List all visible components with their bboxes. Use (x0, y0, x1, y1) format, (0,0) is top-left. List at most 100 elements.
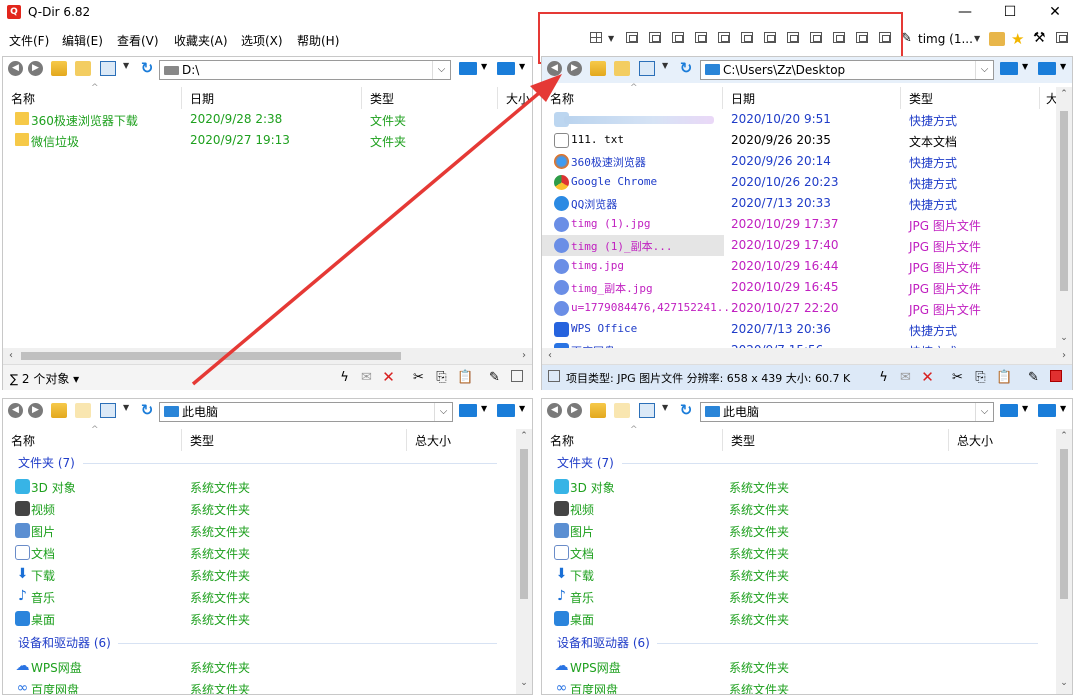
view-mode-icon[interactable] (639, 61, 655, 76)
monitor-2-dropdown-icon[interactable]: ▼ (519, 404, 525, 413)
table-row[interactable]: WPS Office 2020/7/13 20:36 快捷方式 (542, 319, 1056, 340)
new-folder-icon[interactable] (75, 61, 91, 76)
list-item[interactable]: ∞ 百度网盘 系统文件夹 (3, 678, 517, 695)
favorites-folder-icon[interactable] (989, 32, 1005, 46)
list-item[interactable]: 图片 系统文件夹 (3, 520, 517, 541)
monitor-dropdown-icon[interactable]: ▼ (1022, 62, 1028, 71)
monitor-2-dropdown-icon[interactable]: ▼ (519, 62, 525, 71)
back-icon[interactable]: ◀ (547, 403, 562, 418)
menu-help[interactable]: 帮助(H) (297, 32, 339, 49)
copy-icon[interactable]: ⎘ (434, 370, 449, 385)
forward-icon[interactable]: ▶ (567, 403, 582, 418)
horizontal-scrollbar[interactable]: ‹ › (3, 348, 532, 364)
star-icon[interactable]: ★ (1011, 30, 1024, 48)
col-name[interactable]: 名称 (11, 432, 35, 449)
scroll-down-icon[interactable]: ⌄ (516, 678, 532, 692)
back-icon[interactable]: ◀ (8, 403, 23, 418)
list-item[interactable]: 微信垃圾 2020/9/27 19:13 文件夹 (3, 130, 532, 151)
monitor-2-icon[interactable] (497, 62, 515, 75)
col-date[interactable]: 日期 (731, 90, 755, 107)
paste-icon[interactable]: 📋 (996, 370, 1012, 385)
address-dropdown-icon[interactable]: ⌵ (432, 61, 450, 79)
refresh-icon[interactable]: ↻ (678, 61, 694, 76)
monitor-2-icon[interactable] (1038, 62, 1056, 75)
monitor-2-dropdown-icon[interactable]: ▼ (1060, 404, 1066, 413)
list-item[interactable]: 360极速浏览器下载 2020/9/28 2:38 文件夹 (3, 109, 532, 130)
copy-icon[interactable]: ⎘ (973, 370, 988, 385)
tools-icon[interactable]: ⚒ (1033, 30, 1046, 46)
list-item[interactable]: 3D 对象 系统文件夹 (542, 476, 1056, 497)
scroll-thumb[interactable] (1060, 111, 1068, 291)
table-row[interactable]: u=1779084476,427152241... 2020/10/27 22:2… (542, 298, 1056, 319)
address-dropdown-icon[interactable]: ⌵ (434, 403, 452, 421)
paste-icon[interactable]: 📋 (457, 370, 473, 385)
vertical-scrollbar[interactable]: ⌃ ⌄ (1056, 87, 1072, 349)
list-item[interactable]: 桌面 系统文件夹 (3, 608, 517, 629)
mail-icon[interactable]: ✉ (359, 370, 374, 385)
lightning-icon[interactable]: ϟ (337, 370, 352, 385)
back-icon[interactable]: ◀ (547, 61, 562, 76)
menu-favorites[interactable]: 收藏夹(A) (174, 32, 228, 49)
scroll-thumb[interactable] (21, 352, 401, 360)
col-name[interactable]: 名称 (11, 90, 35, 107)
col-total-size[interactable]: 总大小 (957, 432, 993, 449)
monitor-icon[interactable] (459, 404, 477, 417)
refresh-icon[interactable]: ↻ (139, 61, 155, 76)
list-item[interactable]: ⬇ 下载 系统文件夹 (3, 564, 517, 585)
table-row[interactable]: Google Chrome 2020/10/26 20:23 快捷方式 (542, 172, 1056, 193)
tab-dropdown-icon[interactable]: ▼ (974, 34, 980, 43)
refresh-icon[interactable]: ↻ (678, 403, 694, 418)
col-type[interactable]: 类型 (731, 432, 755, 449)
scroll-right-icon[interactable]: › (516, 348, 532, 364)
monitor-dropdown-icon[interactable]: ▼ (481, 62, 487, 71)
delete-icon[interactable]: ✕ (381, 370, 396, 385)
back-icon[interactable]: ◀ (8, 61, 23, 76)
new-folder-icon[interactable] (614, 61, 630, 76)
col-total-size[interactable]: 总大小 (415, 432, 451, 449)
vertical-scrollbar[interactable]: ⌃ ⌄ (1056, 429, 1072, 694)
table-row[interactable]: 111. txt 2020/9/26 20:35 文本文档 (542, 130, 1056, 151)
scroll-right-icon[interactable]: › (1056, 348, 1072, 364)
menu-options[interactable]: 选项(X) (241, 32, 283, 49)
list-item[interactable]: 文档 系统文件夹 (542, 542, 1056, 563)
monitor-2-dropdown-icon[interactable]: ▼ (1060, 62, 1066, 71)
col-size[interactable]: 大小 (506, 90, 530, 107)
address-bar[interactable]: C:\Users\Zz\Desktop ⌵ (700, 60, 994, 80)
close-button[interactable]: ✕ (1035, 2, 1075, 22)
lightning-icon[interactable]: ϟ (876, 370, 891, 385)
col-date[interactable]: 日期 (190, 90, 214, 107)
address-bar[interactable]: 此电脑 ⌵ (700, 402, 994, 422)
forward-icon[interactable]: ▶ (28, 61, 43, 76)
scroll-up-icon[interactable]: ⌃ (1056, 431, 1072, 445)
status-text[interactable]: ∑ 2 个对象 ▾ (10, 370, 79, 387)
monitor-icon[interactable] (459, 62, 477, 75)
list-item[interactable]: 图片 系统文件夹 (542, 520, 1056, 541)
up-folder-icon[interactable] (590, 403, 606, 418)
list-item[interactable]: ☁ WPS网盘 系统文件夹 (542, 656, 1056, 677)
properties-icon[interactable]: ✎ (487, 370, 502, 385)
up-folder-icon[interactable] (51, 61, 67, 76)
table-row[interactable]: 360极速浏览器 2020/9/26 20:14 快捷方式 (542, 151, 1056, 172)
horizontal-scrollbar[interactable]: ‹ › (542, 348, 1072, 364)
monitor-2-icon[interactable] (1038, 404, 1056, 417)
monitor-icon[interactable] (1000, 62, 1018, 75)
scroll-thumb[interactable] (1060, 449, 1068, 599)
forward-icon[interactable]: ▶ (567, 61, 582, 76)
col-name[interactable]: 名称 (550, 432, 574, 449)
mail-icon[interactable]: ✉ (898, 370, 913, 385)
address-dropdown-icon[interactable]: ⌵ (975, 61, 993, 79)
group-header-devices[interactable]: 设备和驱动器 (6) (557, 634, 650, 651)
scroll-thumb[interactable] (520, 449, 528, 599)
list-item[interactable]: 桌面 系统文件夹 (542, 608, 1056, 629)
maximize-button[interactable]: ☐ (990, 2, 1030, 22)
pane-toggle-icon[interactable] (511, 370, 523, 382)
menu-file[interactable]: 文件(F) (9, 32, 49, 49)
view-mode-icon[interactable] (100, 61, 116, 76)
vertical-scrollbar[interactable]: ⌃ ⌄ (516, 429, 532, 694)
monitor-dropdown-icon[interactable]: ▼ (481, 404, 487, 413)
list-item[interactable]: 视频 系统文件夹 (542, 498, 1056, 519)
list-item[interactable]: ∞ 百度网盘 系统文件夹 (542, 678, 1056, 695)
list-item[interactable]: ☁ WPS网盘 系统文件夹 (3, 656, 517, 677)
address-bar[interactable]: 此电脑 ⌵ (159, 402, 453, 422)
cut-icon[interactable]: ✂ (950, 370, 965, 385)
